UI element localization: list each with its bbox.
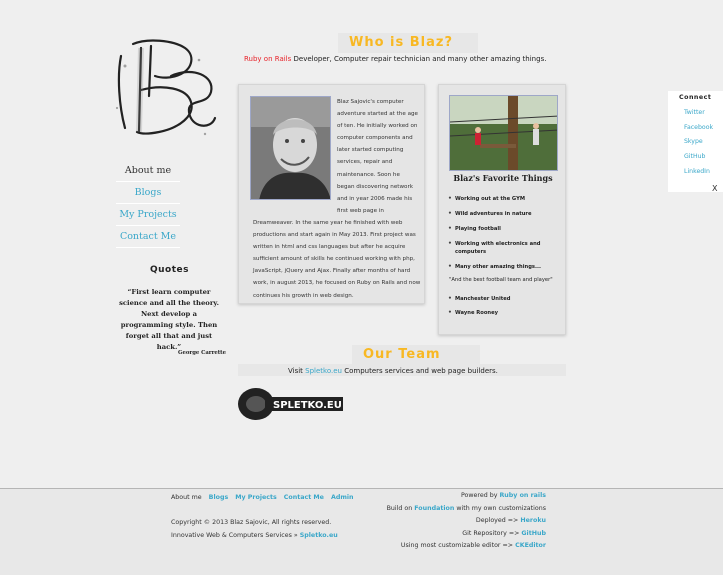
connect-close-button[interactable]: X xyxy=(712,184,717,193)
list-item: Many other amazing things... xyxy=(448,263,560,271)
quotes-heading: Quotes xyxy=(150,265,190,275)
nav-about-me[interactable]: About me xyxy=(116,160,180,182)
editor-text: Using most customizable editor => xyxy=(400,542,516,549)
quote-text: “First learn computer science and all th… xyxy=(119,288,219,351)
list-item: Wayne Rooney xyxy=(448,309,560,317)
connect-title: Connect xyxy=(679,94,712,101)
services-text: Innovative Web & Computers Services » xyxy=(171,532,300,539)
facebook-link[interactable]: Facebook xyxy=(684,124,713,131)
footer-nav-admin[interactable]: Admin xyxy=(331,494,354,501)
favorites-card: Blaz's Favorite Things Working out at th… xyxy=(438,84,566,335)
git-text: Git Repository => xyxy=(462,530,522,537)
who-title: Who is Blaz? xyxy=(349,35,454,50)
list-item: Manchester United xyxy=(448,295,560,303)
nav-contact-me[interactable]: Contact Me xyxy=(116,226,180,248)
list-item: Working with electronics and computers xyxy=(448,240,560,256)
blaz-logo xyxy=(115,39,217,136)
powered-text: Powered by xyxy=(460,492,500,499)
adventure-photo xyxy=(449,95,558,171)
github-footer-link[interactable]: GitHub xyxy=(521,530,546,537)
list-item: Working out at the GYM xyxy=(448,195,560,203)
skype-link[interactable]: Skype xyxy=(684,138,703,145)
quote-author: George Carrette xyxy=(178,350,226,356)
deployed-line: Deployed => Heroku xyxy=(476,517,546,524)
footer-nav-my-projects[interactable]: My Projects xyxy=(235,494,277,501)
who-subtitle-highlight: Ruby on Rails xyxy=(244,55,292,63)
who-subtitle-rest: Developer, Computer repair technician an… xyxy=(291,55,547,63)
spletko-logo[interactable]: SPLETKO.EU xyxy=(237,386,345,422)
services-line: Innovative Web & Computers Services » Sp… xyxy=(171,532,338,539)
about-text-top: Blaz Sajovic's computer adventure starte… xyxy=(337,99,418,214)
favorites-title: Blaz's Favorite Things xyxy=(453,173,553,183)
favorites-quote: "And the best football team and player" xyxy=(449,277,553,283)
twitter-link[interactable]: Twitter xyxy=(684,109,705,116)
team-subtitle-pre: Visit xyxy=(288,367,306,375)
footer-spletko-link[interactable]: Spletko.eu xyxy=(300,532,338,539)
about-text-bottom: Dreamweaver. In the same year he finishe… xyxy=(253,220,421,299)
footer-nav-blogs[interactable]: Blogs xyxy=(209,494,229,501)
connect-panel: Connect Twitter Facebook Skype GitHub Li… xyxy=(668,91,723,193)
build-text: Build on xyxy=(386,505,415,512)
github-link[interactable]: GitHub xyxy=(684,153,705,160)
team-subtitle-rest: Computers services and web page builders… xyxy=(341,367,498,375)
deployed-text: Deployed => xyxy=(475,517,521,524)
portrait-photo xyxy=(250,96,331,200)
nav-my-projects[interactable]: My Projects xyxy=(116,204,180,226)
team-list: Manchester United Wayne Rooney xyxy=(448,295,560,323)
about-card: Blaz Sajovic's computer adventure starte… xyxy=(238,84,425,304)
footer-nav: About me Blogs My Projects Contact Me Ad… xyxy=(171,494,359,501)
linkedin-link[interactable]: LinkedIn xyxy=(684,168,710,175)
ruby-on-rails-link[interactable]: Ruby on rails xyxy=(499,492,546,499)
favorites-list: Working out at the GYM Wild adventures i… xyxy=(448,195,560,278)
list-item: Wild adventures in nature xyxy=(448,210,560,218)
spletko-logo-text: SPLETKO.EU xyxy=(273,400,342,411)
heroku-link[interactable]: Heroku xyxy=(520,517,546,524)
editor-line: Using most customizable editor => CKEdit… xyxy=(401,542,546,549)
git-line: Git Repository => GitHub xyxy=(462,530,546,537)
footer: About me Blogs My Projects Contact Me Ad… xyxy=(0,488,723,575)
main-nav: About me Blogs My Projects Contact Me xyxy=(116,160,180,248)
ckeditor-link[interactable]: CKEditor xyxy=(515,542,546,549)
nav-blogs[interactable]: Blogs xyxy=(116,182,180,204)
powered-line: Powered by Ruby on rails xyxy=(461,492,546,499)
copyright-text: Copyright © 2013 Blaz Sajovic, All right… xyxy=(171,519,332,526)
team-title: Our Team xyxy=(363,347,441,362)
who-subtitle: Ruby on Rails Developer, Computer repair… xyxy=(244,55,546,63)
footer-nav-about-me[interactable]: About me xyxy=(171,494,202,501)
team-subtitle: Visit Spletko.eu Computers services and … xyxy=(288,367,498,375)
build-rest-text: with my own customizations xyxy=(454,505,546,512)
spletko-link[interactable]: Spletko.eu xyxy=(305,367,342,375)
build-line: Build on Foundation with my own customiz… xyxy=(387,505,546,512)
list-item: Playing football xyxy=(448,225,560,233)
footer-nav-contact-me[interactable]: Contact Me xyxy=(284,494,324,501)
foundation-link[interactable]: Foundation xyxy=(414,505,454,512)
